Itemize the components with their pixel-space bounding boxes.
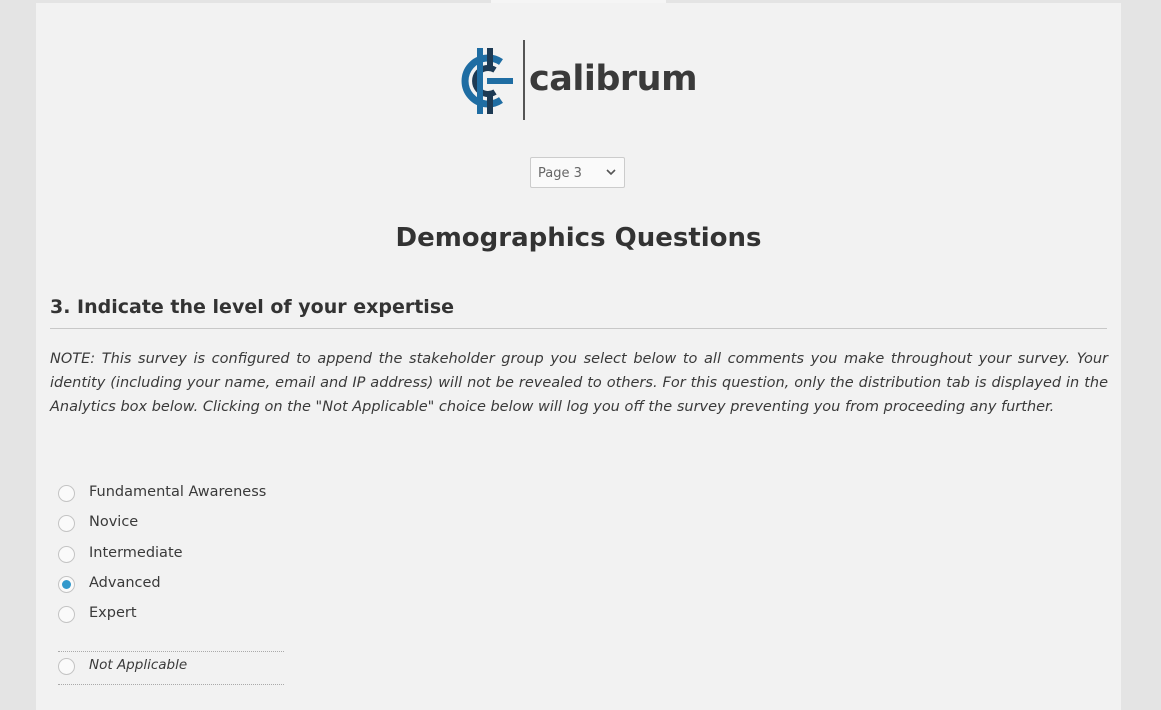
option-label: Novice [89, 514, 139, 531]
section-title: Demographics Questions [395, 223, 762, 253]
option-label: Not Applicable [89, 657, 188, 673]
page-select-value: Page 3 [538, 166, 582, 181]
option-label: Expert [89, 605, 137, 622]
option-label: Advanced [89, 574, 161, 591]
option-fundamental-awareness[interactable]: Fundamental Awareness [58, 478, 318, 508]
question-title: 3. Indicate the level of your expertise [50, 296, 455, 318]
page-select[interactable]: Page 3 [530, 157, 625, 188]
chevron-down-icon [606, 169, 616, 176]
question-divider [50, 328, 1107, 329]
option-label: Fundamental Awareness [89, 484, 267, 500]
radio-button-selected[interactable] [58, 575, 75, 593]
radio-button[interactable] [58, 515, 75, 533]
option-label: Intermediate [89, 544, 183, 561]
survey-panel: calibrum Page 3 Demographics Questions 3… [36, 3, 1121, 710]
option-advanced[interactable]: Advanced [58, 569, 318, 599]
radio-button[interactable] [58, 658, 75, 675]
answer-options: Fundamental Awareness Novice Intermediat… [58, 478, 318, 629]
radio-button[interactable] [58, 606, 75, 624]
option-novice[interactable]: Novice [58, 508, 318, 538]
radio-button[interactable] [58, 545, 75, 563]
question-note: NOTE: This survey is configured to appen… [50, 351, 1108, 415]
option-intermediate[interactable]: Intermediate [58, 539, 318, 569]
brand-name: calibrum [529, 59, 698, 99]
option-expert[interactable]: Expert [58, 599, 318, 629]
option-not-applicable[interactable]: Not Applicable [58, 651, 284, 685]
radio-button[interactable] [58, 485, 75, 502]
